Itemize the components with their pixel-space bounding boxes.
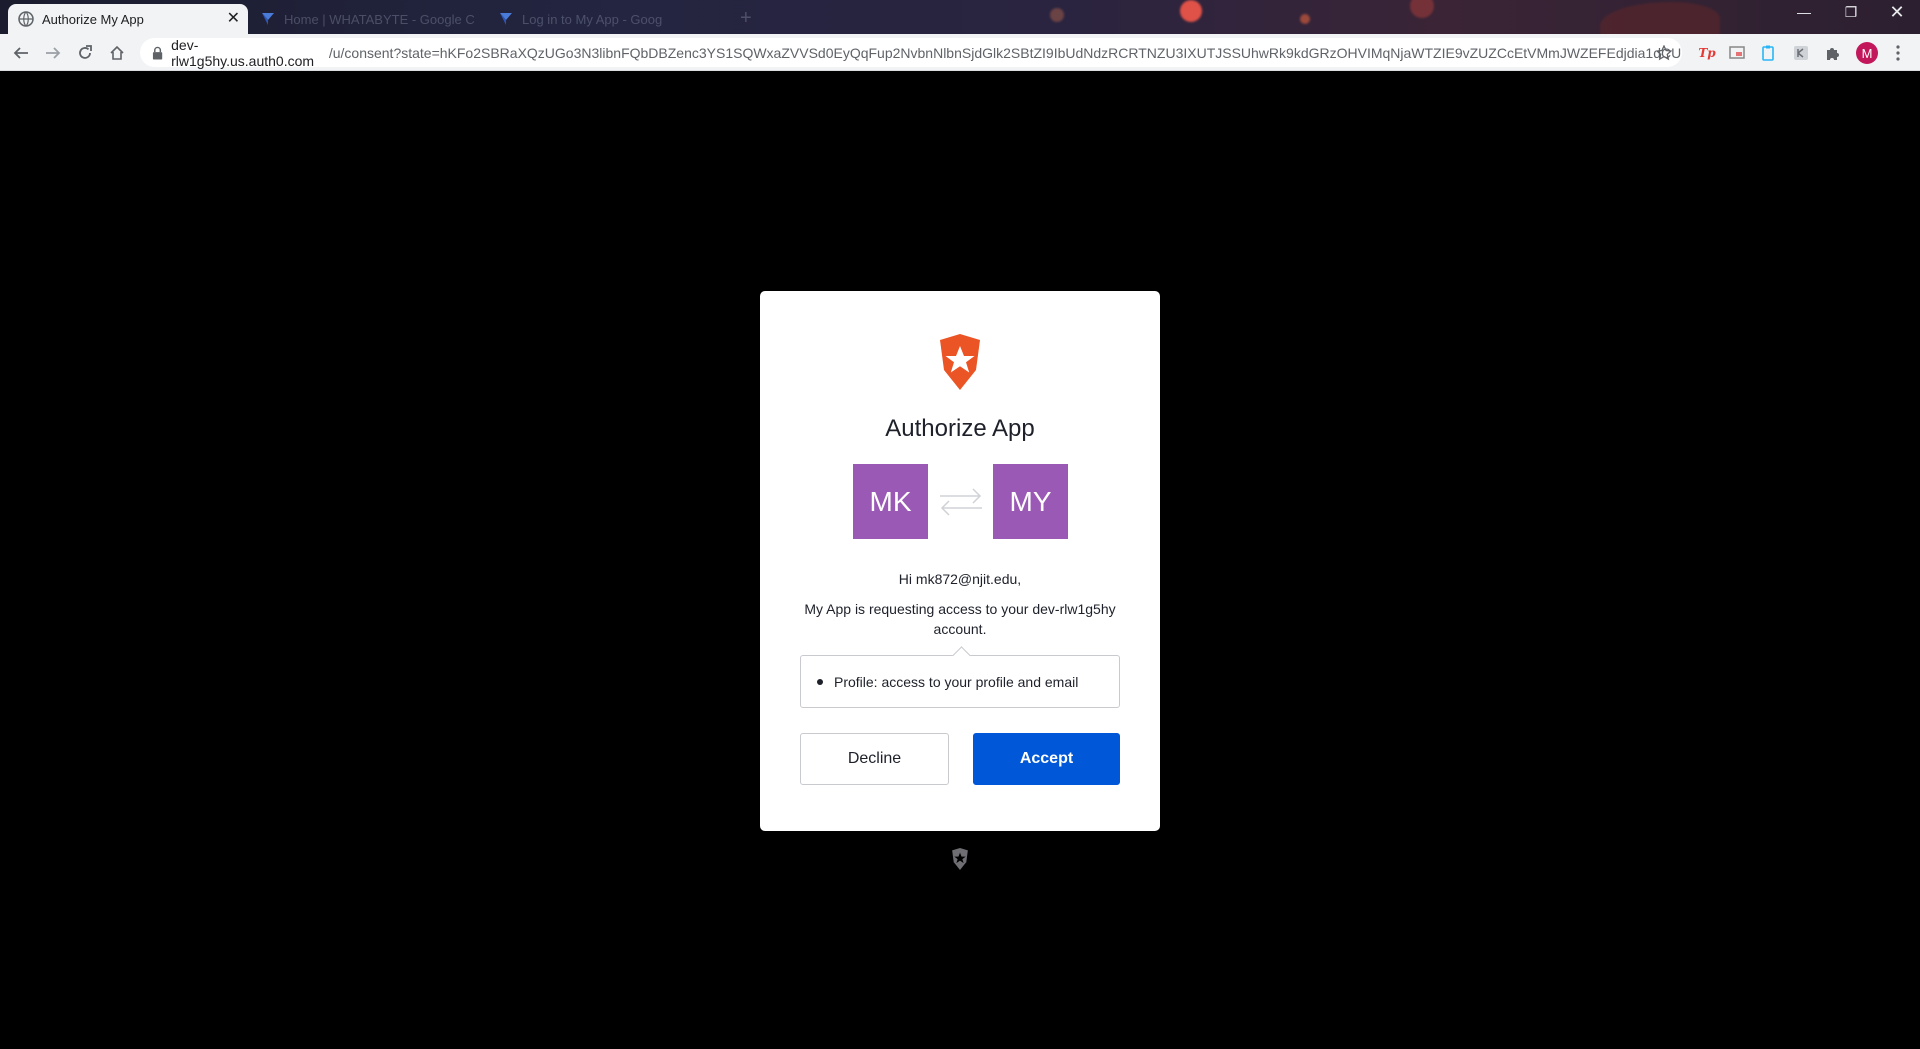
cast-extension-icon[interactable] bbox=[1727, 43, 1747, 63]
reload-icon bbox=[79, 45, 92, 59]
accept-button[interactable]: Accept bbox=[973, 733, 1120, 785]
home-button[interactable] bbox=[104, 40, 130, 66]
consent-card: Authorize App MK MY Hi mk872@njit.edu, M… bbox=[760, 291, 1160, 831]
generic-extension-icon[interactable] bbox=[1791, 43, 1811, 63]
exchange-arrows-icon bbox=[940, 488, 982, 516]
tab-title: Home | WHATABYTE - Google C bbox=[284, 11, 475, 27]
browser-toolbar: dev-rlw1g5hy.us.auth0.com/u/consent?stat… bbox=[0, 34, 1920, 71]
tab-authorize-my-app[interactable]: Authorize My App ✕ bbox=[8, 4, 248, 34]
clipboard-extension-icon[interactable] bbox=[1758, 43, 1778, 63]
tab-log-in-my-app[interactable]: Log in to My App - Goog bbox=[488, 4, 723, 34]
tab-whatabyte-home[interactable]: Home | WHATABYTE - Google C bbox=[250, 4, 485, 34]
new-tab-button[interactable]: + bbox=[740, 7, 752, 30]
tab-title: Authorize My App bbox=[42, 11, 144, 27]
access-request-text: My App is requesting access to your dev-… bbox=[804, 601, 1116, 637]
wallpaper-streak bbox=[1600, 2, 1720, 34]
restore-button[interactable]: ❐ bbox=[1828, 4, 1874, 21]
close-icon[interactable]: ✕ bbox=[227, 10, 240, 28]
wallpaper-bokeh bbox=[1180, 0, 1202, 22]
more-vert-icon[interactable] bbox=[1888, 43, 1908, 63]
minimize-button[interactable]: — bbox=[1781, 4, 1827, 20]
url-host: dev-rlw1g5hy.us.auth0.com bbox=[171, 36, 315, 69]
forward-arrow-icon bbox=[46, 47, 61, 59]
globe-icon bbox=[18, 11, 34, 27]
forward-button[interactable] bbox=[40, 40, 66, 66]
bullet-icon bbox=[817, 678, 823, 685]
profile-avatar[interactable]: M bbox=[1856, 42, 1878, 64]
close-window-button[interactable]: ✕ bbox=[1874, 2, 1920, 23]
star-icon[interactable] bbox=[1656, 45, 1672, 61]
lock-icon[interactable] bbox=[152, 46, 163, 60]
whatabyte-favicon-icon bbox=[500, 13, 512, 25]
wallpaper-bokeh bbox=[1300, 14, 1310, 24]
decline-button[interactable]: Decline bbox=[800, 733, 949, 785]
home-icon bbox=[110, 45, 124, 60]
url-path: /u/consent?state=hKFo2SBRaXQzUGo3N3libnF… bbox=[328, 44, 1682, 61]
page-title: Authorize App bbox=[885, 415, 1035, 442]
wallpaper-bokeh bbox=[1050, 8, 1064, 22]
auth0-badge-icon bbox=[952, 848, 968, 870]
extensions-puzzle-icon[interactable] bbox=[1823, 43, 1843, 63]
user-avatar: MK bbox=[853, 464, 928, 539]
browser-titlebar: Authorize My App ✕ Home | WHATABYTE - Go… bbox=[0, 0, 1920, 34]
wallpaper-bokeh bbox=[1410, 0, 1434, 18]
tab-title: Log in to My App - Goog bbox=[522, 11, 663, 27]
greeting-text: Hi mk872@njit.edu, bbox=[898, 571, 1022, 587]
app-avatar: MY bbox=[993, 464, 1068, 539]
back-arrow-icon bbox=[13, 47, 28, 59]
scopes-list: Profile: access to your profile and emai… bbox=[800, 655, 1120, 708]
whatabyte-favicon-icon bbox=[262, 13, 274, 25]
auth0-shield-logo bbox=[940, 334, 980, 390]
scope-item-profile: Profile: access to your profile and emai… bbox=[834, 673, 1079, 690]
address-bar[interactable]: dev-rlw1g5hy.us.auth0.com/u/consent?stat… bbox=[140, 36, 1682, 69]
back-button[interactable] bbox=[8, 40, 34, 66]
reload-button[interactable] bbox=[72, 40, 98, 66]
tp-extension-icon[interactable]: Tp bbox=[1697, 43, 1717, 63]
